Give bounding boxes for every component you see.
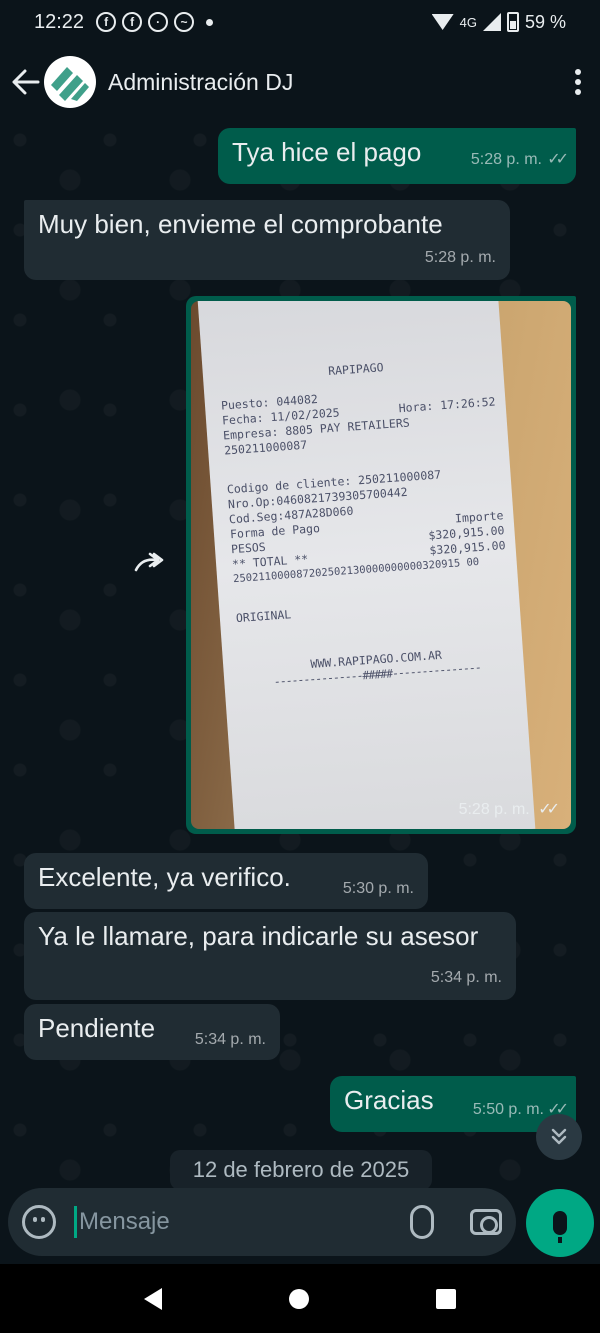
message-time: 5:34 p. m. — [194, 1031, 266, 1048]
mask-icon: ~ — [174, 12, 195, 32]
message-time: 5:34 p. m. — [430, 969, 502, 986]
message-incoming[interactable]: Pendiente 5:34 p. m. — [24, 1004, 280, 1060]
contact-logo-icon — [51, 67, 89, 101]
attach-icon[interactable] — [410, 1205, 434, 1239]
back-arrow-icon[interactable] — [10, 66, 42, 98]
nav-home-icon[interactable] — [288, 1288, 309, 1309]
read-ticks-icon: ✓✓ — [538, 801, 560, 818]
network-label: 4G — [459, 14, 477, 30]
message-text: Ya le llamare, para indicarle su asesor — [38, 921, 479, 951]
facebook-icon: f — [96, 12, 117, 32]
read-ticks-icon: ✓✓ — [547, 151, 569, 168]
scroll-down-button[interactable] — [536, 1114, 582, 1160]
messenger-icon: · — [148, 12, 169, 32]
message-time: 5:28 p. m. — [458, 801, 530, 818]
message-text: Tya hice el pago — [232, 137, 422, 167]
mic-button[interactable] — [526, 1189, 594, 1257]
double-chevron-down-icon — [551, 1128, 567, 1145]
nav-recents-icon[interactable] — [436, 1288, 457, 1309]
message-text: Muy bien, envieme el comprobante — [38, 209, 443, 239]
message-time: 5:28 p. m. — [424, 249, 496, 266]
message-incoming[interactable]: Excelente, ya verifico. 5:30 p. m. — [24, 853, 428, 909]
message-time: 5:50 p. m. — [472, 1101, 544, 1118]
more-notifications-dot — [206, 18, 214, 26]
battery-icon — [506, 12, 519, 32]
status-right: 4G 59 % — [431, 11, 566, 33]
message-text: Excelente, ya verifico. — [38, 862, 291, 892]
notification-icons: f f · ~ — [96, 12, 214, 32]
receipt: RAPIPAGO Puesto: 044082 Fecha: 11/02/202… — [197, 301, 536, 829]
mic-icon — [553, 1211, 567, 1243]
text-caret — [74, 1206, 77, 1238]
date-chip: 12 de febrero de 2025 — [170, 1150, 432, 1190]
more-options-icon[interactable] — [566, 69, 590, 95]
facebook-icon: f — [122, 12, 143, 32]
forward-icon[interactable] — [134, 552, 168, 578]
message-incoming[interactable]: Muy bien, envieme el comprobante 5:28 p.… — [24, 200, 510, 280]
receipt-photo[interactable]: RAPIPAGO Puesto: 044082 Fecha: 11/02/202… — [191, 301, 571, 829]
contact-name[interactable]: Administración DJ — [108, 69, 293, 96]
message-text: Gracias — [344, 1085, 434, 1115]
image-meta: 5:28 p. m. ✓✓ — [458, 799, 560, 819]
avatar[interactable] — [44, 56, 96, 108]
system-nav-bar — [0, 1264, 600, 1333]
nav-back-icon[interactable] — [143, 1287, 162, 1310]
message-text: Pendiente — [38, 1013, 156, 1043]
status-bar: 12:22 f f · ~ 4G 59 % — [0, 0, 600, 44]
status-time: 12:22 — [34, 10, 85, 33]
message-time: 5:30 p. m. — [342, 880, 414, 897]
chat-header: Administración DJ — [0, 44, 600, 120]
sticker-icon[interactable] — [22, 1205, 56, 1239]
message-input-bar — [8, 1188, 516, 1256]
wifi-icon — [431, 14, 454, 30]
image-message[interactable]: RAPIPAGO Puesto: 044082 Fecha: 11/02/202… — [186, 296, 576, 834]
message-incoming[interactable]: Ya le llamare, para indicarle su asesor … — [24, 912, 516, 1000]
camera-icon[interactable] — [470, 1209, 502, 1235]
message-time: 5:28 p. m. — [470, 151, 542, 168]
message-input[interactable] — [79, 1208, 379, 1236]
signal-icon — [482, 13, 501, 31]
chat-area[interactable]: Tya hice el pago 5:28 p. m. ✓✓ Muy bien,… — [0, 120, 600, 1190]
battery-percent: 59 % — [524, 11, 566, 32]
message-outgoing[interactable]: Tya hice el pago 5:28 p. m. ✓✓ — [218, 128, 576, 184]
